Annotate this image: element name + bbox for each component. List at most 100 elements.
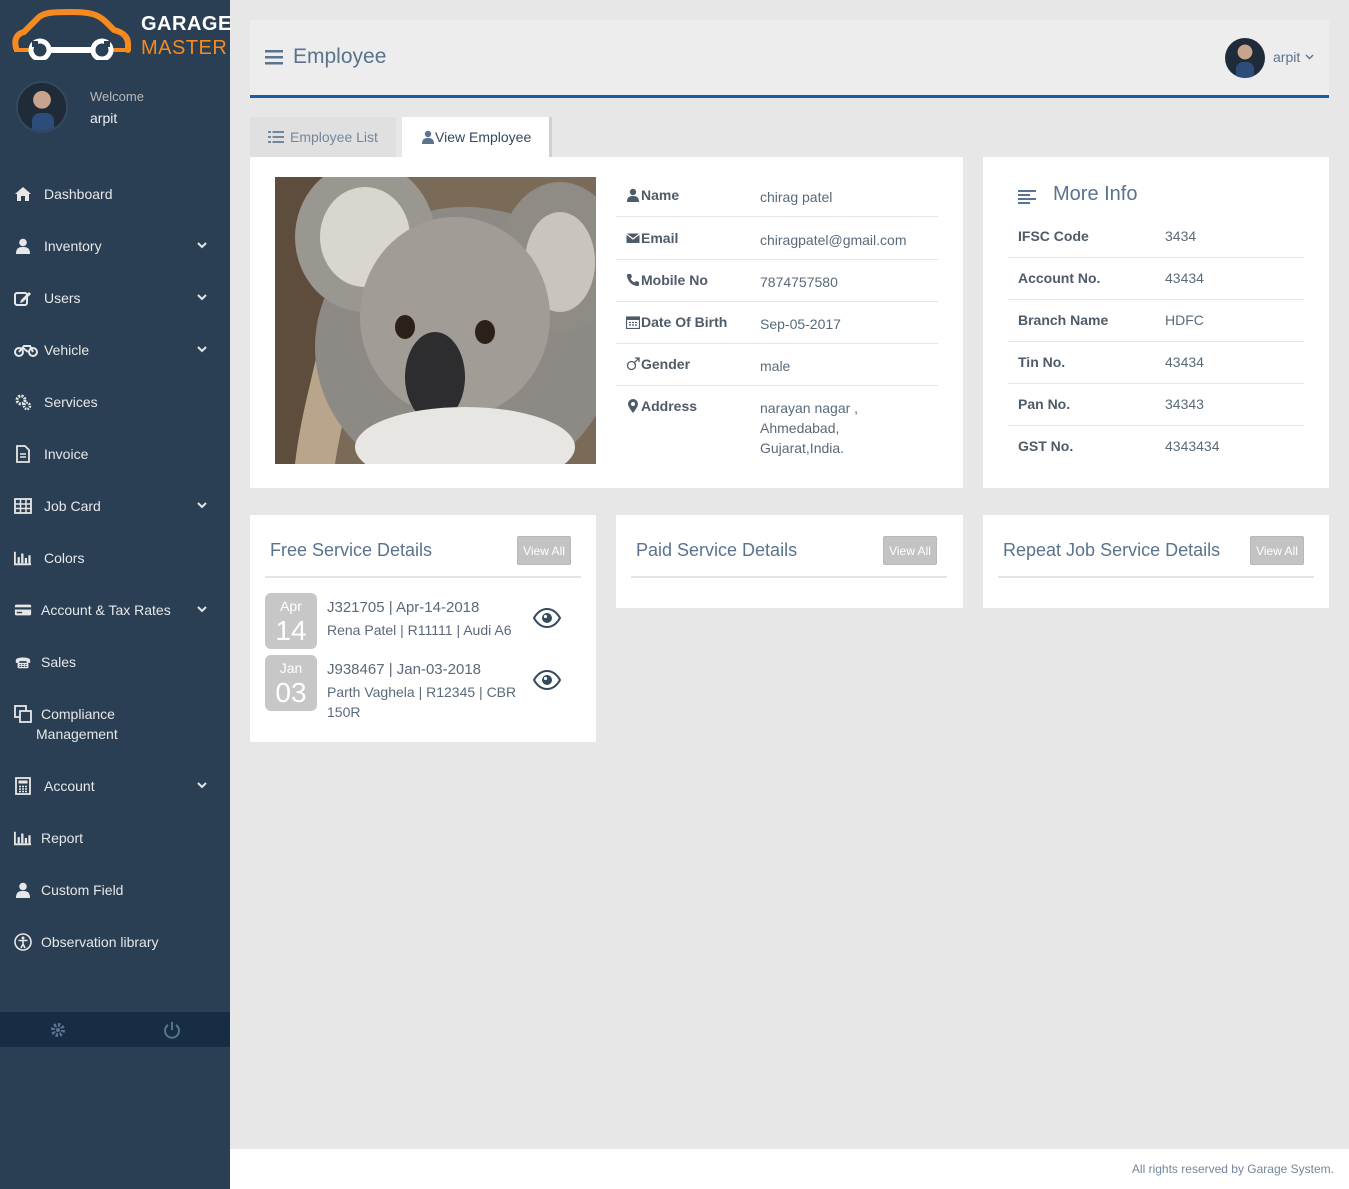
tab-label: Employee List xyxy=(290,129,378,145)
repeat-job-service-view-all-button[interactable]: View All xyxy=(1250,536,1304,565)
field-value: 3434 xyxy=(1165,228,1197,244)
calendar-icon xyxy=(626,316,640,329)
car-wrench-logo-icon xyxy=(12,8,131,60)
home-icon xyxy=(14,185,32,203)
sidebar-item-inventory[interactable]: Inventory xyxy=(0,227,230,267)
field-value: 43434 xyxy=(1165,354,1204,370)
logo-line-2: MASTER xyxy=(141,37,228,59)
universal-access-icon xyxy=(14,933,32,951)
eye-icon[interactable] xyxy=(533,669,561,691)
sidebar-footer xyxy=(0,1012,230,1047)
repeat-job-service-panel: Repeat Job Service Details View All xyxy=(983,515,1329,608)
field-value: 7874757580 xyxy=(760,274,838,290)
motorcycle-icon xyxy=(14,341,38,359)
logout-button[interactable] xyxy=(162,1020,182,1040)
mars-icon xyxy=(626,357,640,371)
chevron-down-icon xyxy=(197,242,207,249)
account-no-row: Account No. 43434 xyxy=(1008,258,1304,300)
sidebar-item-users[interactable]: Users xyxy=(0,279,230,319)
sidebar-item-account-tax-rates[interactable]: Account & Tax Rates xyxy=(0,591,230,631)
date-day: 03 xyxy=(275,677,307,708)
chevron-down-icon xyxy=(197,346,207,353)
field-value: 34343 xyxy=(1165,396,1204,412)
koala-photo-image xyxy=(275,177,596,464)
free-service-panel: Free Service Details View All Apr 14 J32… xyxy=(250,515,596,742)
top-navbar: Employee arpit xyxy=(250,20,1329,98)
free-service-title: Free Service Details xyxy=(270,540,433,560)
field-label: Account No. xyxy=(1018,270,1101,286)
page-title: Employee xyxy=(293,45,387,68)
sidebar-item-label-line-2: Management xyxy=(36,726,118,742)
date-badge: Apr 14 xyxy=(265,593,317,649)
sidebar-item-sales[interactable]: Sales xyxy=(0,643,230,683)
sidebar-item-label: Report xyxy=(41,830,84,846)
map-marker-icon xyxy=(628,399,638,413)
sidebar-item-account[interactable]: Account xyxy=(0,767,230,807)
sidebar-item-label: Dashboard xyxy=(44,186,113,202)
field-label: Mobile No xyxy=(641,272,708,288)
menu-toggle-icon[interactable] xyxy=(265,49,283,65)
sidebar-avatar xyxy=(16,81,68,133)
field-value: 4343434 xyxy=(1165,438,1220,454)
ifsc-row: IFSC Code 3434 xyxy=(1008,216,1304,258)
employee-detail-panel: Name chirag patel Email chiragpatel@gmai… xyxy=(250,157,963,488)
sidebar-item-label: Vehicle xyxy=(44,342,90,358)
sidebar-item-label: Observation library xyxy=(41,934,159,950)
service-customer-line: Parth Vaghela | R12345 | CBR 150R xyxy=(327,684,517,720)
settings-button[interactable] xyxy=(48,1020,68,1040)
sidebar-item-job-card[interactable]: Job Card xyxy=(0,487,230,527)
field-label: Email xyxy=(641,230,679,246)
user-icon xyxy=(627,188,639,202)
branch-name-row: Branch Name HDFC xyxy=(1008,300,1304,342)
field-label: IFSC Code xyxy=(1018,228,1089,244)
paid-service-view-all-button[interactable]: View All xyxy=(883,536,937,565)
employee-gender-row: Gender male xyxy=(616,344,938,386)
garage-master-logo[interactable]: GARAGE MASTER xyxy=(10,8,231,63)
employee-mobile-row: Mobile No 7874757580 xyxy=(616,260,938,302)
date-badge: Jan 03 xyxy=(265,655,317,711)
tab-employee-list[interactable]: Employee List xyxy=(250,117,396,157)
sidebar-item-dashboard[interactable]: Dashboard xyxy=(0,175,230,215)
user-icon xyxy=(14,881,32,899)
employee-dob-row: Date Of Birth Sep-05-2017 xyxy=(616,302,938,344)
sidebar-item-vehicle[interactable]: Vehicle xyxy=(0,331,230,371)
repeat-job-service-title: Repeat Job Service Details xyxy=(1003,540,1221,560)
date-month: Apr xyxy=(280,598,302,614)
list-icon xyxy=(268,131,284,143)
user-menu-name[interactable]: arpit xyxy=(1273,49,1300,65)
calculator-icon xyxy=(14,777,32,795)
sidebar-item-services[interactable]: Services xyxy=(0,383,230,423)
sidebar-item-custom-field[interactable]: Custom Field xyxy=(0,871,230,911)
field-value: male xyxy=(760,358,791,374)
phone-icon xyxy=(627,274,639,286)
sidebar-item-colors[interactable]: Colors xyxy=(0,539,230,579)
field-label: Address xyxy=(641,398,698,414)
footer-copyright: All rights reserved by Garage System. xyxy=(1131,1162,1334,1176)
tin-no-row: Tin No. 43434 xyxy=(1008,342,1304,384)
sidebar-item-compliance-management[interactable]: Compliance Management xyxy=(0,695,230,747)
sidebar-item-label: Inventory xyxy=(44,238,102,254)
tab-label: View Employee xyxy=(435,129,532,145)
power-off-icon xyxy=(164,1022,180,1039)
service-list-item: Jan 03 J938467 | Jan-03-2018 Parth Vaghe… xyxy=(265,655,581,725)
field-value: narayan nagar , Ahmedabad, Gujarat,India… xyxy=(760,400,859,456)
paid-service-panel: Paid Service Details View All xyxy=(616,515,963,608)
paid-service-title: Paid Service Details xyxy=(636,540,798,560)
free-service-view-all-button[interactable]: View All xyxy=(517,536,571,565)
sidebar-item-report[interactable]: Report xyxy=(0,819,230,859)
eye-icon[interactable] xyxy=(533,607,561,629)
sidebar-item-label: Account & Tax Rates xyxy=(41,602,171,618)
tab-view-employee[interactable]: View Employee xyxy=(402,117,552,157)
welcome-label: Welcome xyxy=(90,89,144,104)
field-value: HDFC xyxy=(1165,312,1204,328)
field-label: Tin No. xyxy=(1018,354,1066,370)
user-avatar[interactable] xyxy=(1225,38,1265,78)
chevron-down-icon[interactable] xyxy=(1305,52,1314,61)
sidebar-item-label: Users xyxy=(44,290,81,306)
field-value: chirag patel xyxy=(760,189,833,205)
employee-email-row: Email chiragpatel@gmail.com xyxy=(616,218,938,260)
sidebar-item-invoice[interactable]: Invoice xyxy=(0,435,230,475)
sidebar-item-observation-library[interactable]: Observation library xyxy=(0,923,230,963)
field-label: GST No. xyxy=(1018,438,1074,454)
date-day: 14 xyxy=(275,615,307,646)
